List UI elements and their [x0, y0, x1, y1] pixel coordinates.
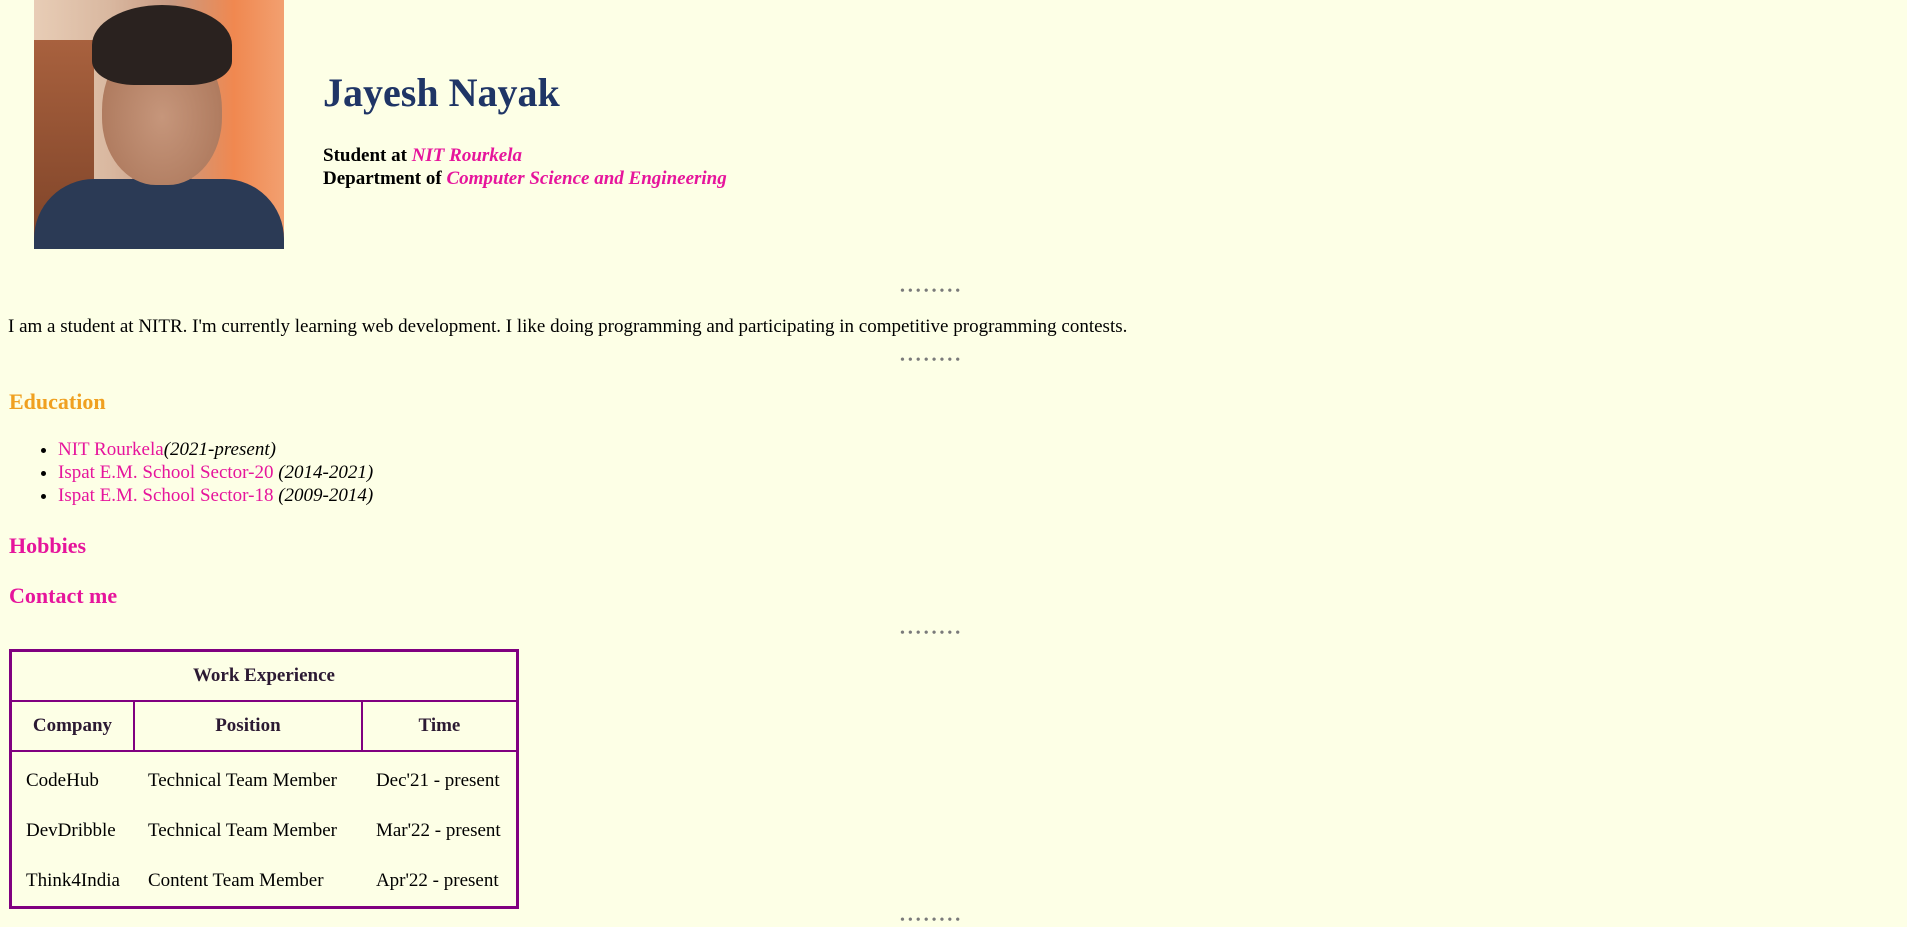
- cell-company: CodeHub: [26, 770, 99, 791]
- page: Jayesh Nayak Student at NIT Rourkela Dep…: [0, 0, 1890, 927]
- institute-name: NIT Rourkela: [411, 145, 523, 166]
- cell-company: Think4India: [26, 870, 120, 891]
- separator-2: ••••••••: [900, 353, 964, 368]
- cell-time: Dec'21 - present: [375, 770, 500, 791]
- cell-time: Apr'22 - present: [375, 870, 499, 891]
- department-name: Computer Science and Engineering: [446, 168, 727, 189]
- table-caption-row: Work Experience: [9, 649, 519, 702]
- school-years: (2014-2021): [278, 462, 374, 483]
- cell-time: Mar'22 - present: [375, 820, 501, 841]
- cell-position: Technical Team Member: [147, 820, 337, 841]
- profile-photo: [34, 0, 284, 249]
- table-row: CodeHub Technical Team Member Dec'21 - p…: [11, 751, 518, 806]
- student-line: Student at NIT Rourkela: [323, 145, 523, 166]
- education-heading: Education: [9, 389, 106, 414]
- column-header-time: Time: [360, 700, 519, 752]
- contact-heading: Contact me: [9, 583, 118, 608]
- school-years: (2021-present): [163, 439, 276, 460]
- school-name: Ispat E.M. School Sector-20: [58, 462, 274, 483]
- column-header-position: Position: [132, 700, 363, 752]
- school-name: NIT Rourkela: [58, 439, 164, 460]
- school-name: Ispat E.M. School Sector-18: [58, 485, 274, 506]
- table-header-row: Company Position Time: [9, 700, 519, 752]
- profile-name: Jayesh Nayak: [323, 70, 560, 115]
- education-list: NIT Rourkela(2021-present) Ispat E.M. Sc…: [34, 438, 373, 507]
- separator-4: ••••••••: [900, 913, 964, 927]
- table-row: Think4India Content Team Member Apr'22 -…: [11, 856, 518, 908]
- profile-header: Jayesh Nayak Student at NIT Rourkela Dep…: [34, 0, 727, 249]
- separator-1: ••••••••: [900, 284, 964, 299]
- cell-company: DevDribble: [26, 820, 116, 841]
- table-caption: Work Experience: [9, 649, 519, 702]
- profile-intro: Jayesh Nayak Student at NIT Rourkela Dep…: [323, 0, 727, 190]
- separator-3: ••••••••: [900, 626, 964, 641]
- table-row: DevDribble Technical Team Member Mar'22 …: [11, 806, 518, 856]
- list-item: Ispat E.M. School Sector-18 (2009-2014): [58, 484, 373, 507]
- list-item: NIT Rourkela(2021-present): [58, 438, 373, 461]
- column-header-company: Company: [9, 700, 135, 752]
- cell-position: Technical Team Member: [147, 770, 337, 791]
- school-years: (2009-2014): [278, 485, 374, 506]
- department-line: Department of Computer Science and Engin…: [323, 168, 727, 189]
- about-text: I am a student at NITR. I'm currently le…: [8, 316, 1128, 337]
- cell-position: Content Team Member: [147, 870, 324, 891]
- list-item: Ispat E.M. School Sector-20 (2014-2021): [58, 461, 373, 484]
- work-experience-table: Work Experience Company Position Time Co…: [9, 649, 519, 909]
- hobbies-heading: Hobbies: [9, 533, 87, 558]
